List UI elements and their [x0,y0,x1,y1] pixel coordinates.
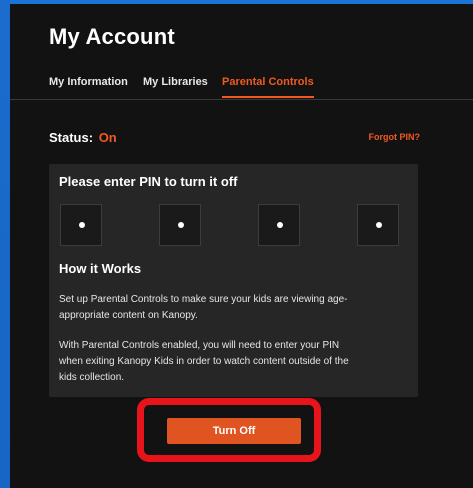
pin-digit-2[interactable] [159,204,201,246]
window-frame-left [0,0,10,488]
pin-card-heading: Please enter PIN to turn it off [59,174,238,189]
pin-card: Please enter PIN to turn it off How it W… [49,164,418,397]
paragraph-2-line-2: when exiting Kanopy Kids in order to wat… [59,356,349,367]
pin-dot-1 [79,222,85,228]
how-it-works-paragraph-1: Set up Parental Controls to make sure yo… [59,292,411,324]
pin-dot-2 [178,222,184,228]
tab-parental-controls-label: Parental Controls [222,76,314,88]
pin-digit-3[interactable] [258,204,300,246]
pin-dot-3 [277,222,283,228]
how-it-works-paragraph-2: With Parental Controls enabled, you will… [59,338,411,386]
active-tab-indicator [222,96,314,98]
turn-off-button[interactable]: Turn Off [167,418,301,444]
pin-dot-4 [376,222,382,228]
paragraph-1-line-2: appropriate content on Kanopy. [59,310,198,321]
paragraph-2-line-3: kids collection. [59,372,125,383]
paragraph-1-line-1: Set up Parental Controls to make sure yo… [59,294,348,305]
tab-parental-controls[interactable]: Parental Controls [222,76,314,100]
tab-my-information[interactable]: My Information [49,76,128,100]
tab-my-libraries[interactable]: My Libraries [143,76,208,100]
page-title: My Account [49,24,175,49]
status-row: Status: On [49,130,117,145]
account-window: My Account My Information My Libraries P… [10,4,473,488]
tabs-divider [10,99,473,100]
how-it-works-heading: How it Works [59,261,142,276]
status-value: On [98,130,117,145]
paragraph-2-line-1: With Parental Controls enabled, you will… [59,340,340,351]
status-label: Status: [49,130,94,145]
pin-digit-1[interactable] [60,204,102,246]
forgot-pin-link[interactable]: Forgot PIN? [369,132,421,142]
pin-digit-4[interactable] [357,204,399,246]
